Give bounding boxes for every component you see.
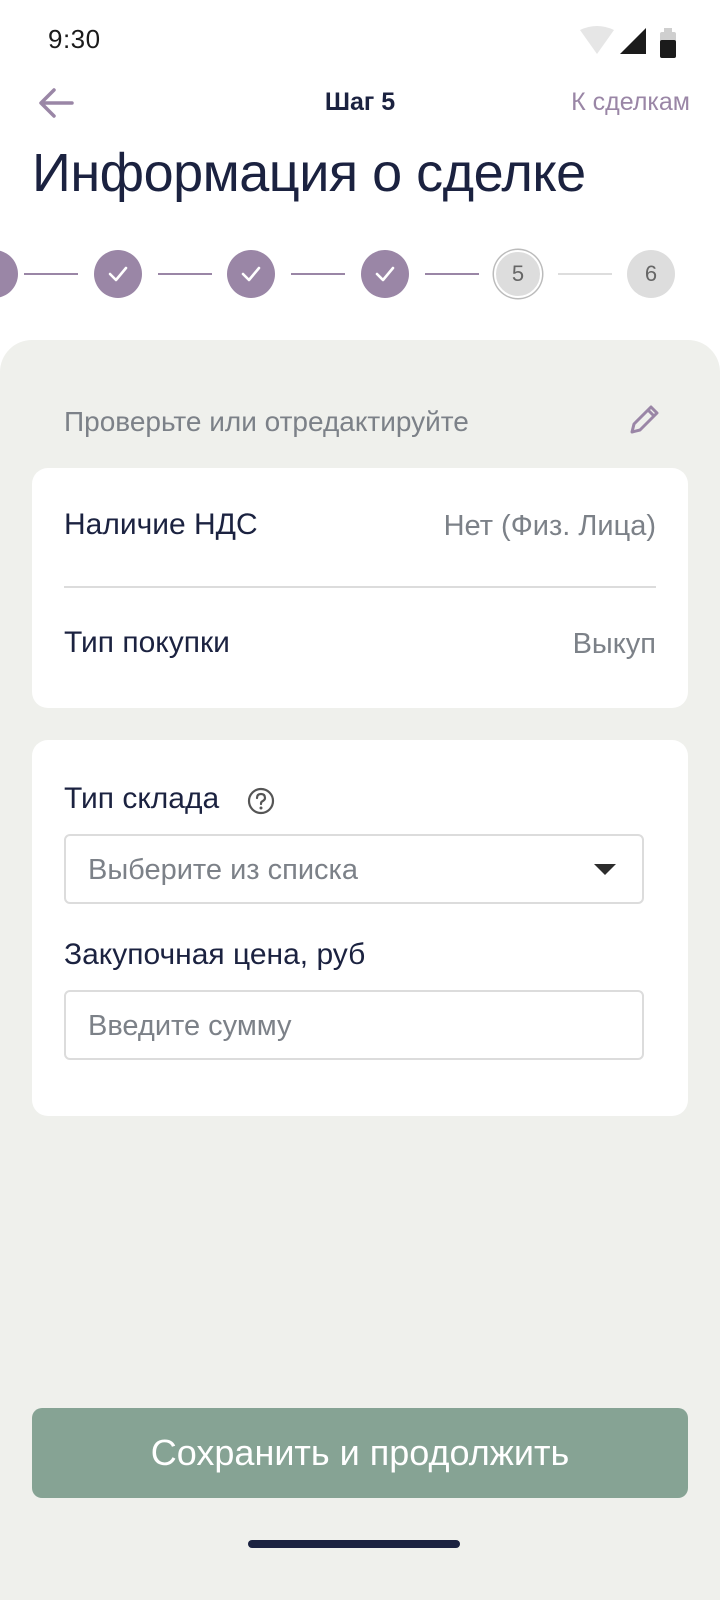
step-2 — [94, 250, 142, 298]
step-connector — [158, 273, 212, 275]
help-button[interactable] — [246, 786, 276, 816]
status-bar: 9:30 — [0, 0, 720, 80]
step-4 — [361, 250, 409, 298]
check-icon — [241, 266, 261, 282]
info-label: Наличие НДС — [64, 508, 258, 541]
input-placeholder: Введите сумму — [88, 1010, 292, 1042]
content-sheet: Проверьте или отредактируйте Наличие НДС… — [0, 340, 720, 1600]
status-icons — [580, 26, 680, 60]
divider — [64, 586, 656, 588]
info-row-purchase-type: Тип покупки Выкуп — [64, 614, 656, 674]
purchase-price-input[interactable]: Введите сумму — [64, 990, 644, 1060]
step-6: 6 — [627, 250, 675, 298]
battery-icon — [660, 28, 676, 58]
caret-down-icon — [594, 864, 616, 875]
warehouse-type-select[interactable]: Выберите из списка — [64, 834, 644, 904]
stepper: 5 6 — [0, 244, 720, 304]
step-connector — [291, 273, 345, 275]
wifi-icon — [580, 26, 614, 54]
check-icon — [108, 266, 128, 282]
step-connector — [24, 273, 78, 275]
review-header: Проверьте или отредактируйте — [64, 400, 664, 444]
info-row-vat: Наличие НДС Нет (Физ. Лица) — [64, 496, 656, 556]
select-placeholder: Выберите из списка — [88, 854, 358, 886]
signal-icon — [620, 28, 646, 54]
step-5-current: 5 — [494, 250, 542, 298]
edit-button[interactable] — [624, 400, 664, 440]
back-to-deals-link[interactable]: К сделкам — [571, 88, 690, 117]
pencil-icon — [630, 405, 659, 434]
info-value: Нет (Физ. Лица) — [443, 510, 656, 542]
page-title: Информация о сделке — [32, 143, 586, 203]
step-1 — [0, 250, 18, 298]
status-icons-svg — [580, 26, 676, 58]
deal-info-card: Наличие НДС Нет (Физ. Лица) Тип покупки … — [32, 468, 688, 708]
check-icon — [375, 266, 395, 282]
home-indicator — [248, 1540, 460, 1548]
step-connector — [425, 273, 479, 275]
nav-bar: Шаг 5 К сделкам — [0, 78, 720, 128]
info-label: Тип покупки — [64, 626, 230, 659]
save-and-continue-button[interactable]: Сохранить и продолжить — [32, 1408, 688, 1498]
status-time: 9:30 — [48, 24, 101, 54]
step-3 — [227, 250, 275, 298]
question-circle-icon — [247, 787, 275, 815]
review-label: Проверьте или отредактируйте — [64, 406, 469, 437]
info-value: Выкуп — [572, 628, 656, 660]
step-connector — [558, 273, 612, 275]
warehouse-type-label: Тип склада — [64, 782, 220, 815]
purchase-price-label: Закупочная цена, руб — [64, 938, 366, 971]
deal-form-card: Тип склада Выберите из списка Закупочная… — [32, 740, 688, 1116]
